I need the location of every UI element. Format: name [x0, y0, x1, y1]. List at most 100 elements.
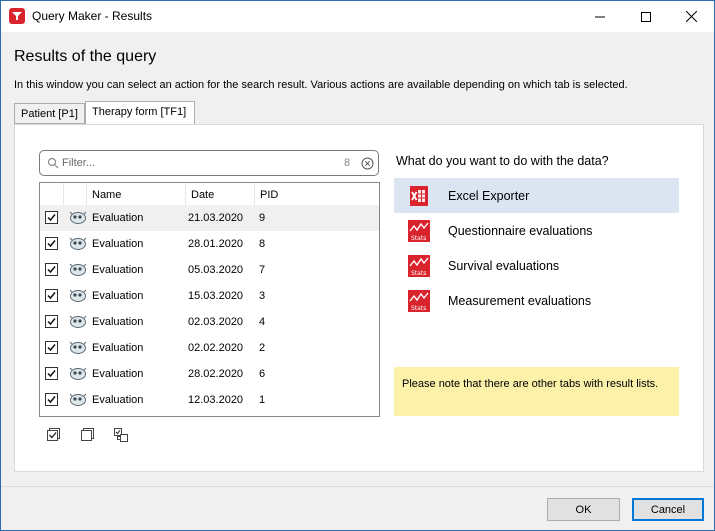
row-checkbox[interactable] [45, 367, 58, 380]
action-label: Survival evaluations [448, 259, 560, 273]
cell-date: 15.03.2020 [188, 290, 244, 302]
cell-name: Evaluation [92, 238, 144, 250]
cell-pid: 4 [259, 316, 266, 328]
action-label: Measurement evaluations [448, 294, 592, 308]
evaluation-icon [69, 367, 87, 380]
checkmark-icon [47, 318, 56, 326]
checkmark-icon [47, 214, 56, 222]
table-row[interactable]: Evaluation 21.03.2020 9 [40, 205, 379, 231]
filter-input[interactable] [62, 155, 322, 171]
row-checkbox[interactable] [45, 237, 58, 250]
table-row[interactable]: Evaluation 02.02.2020 2 [40, 335, 379, 361]
cell-pid: 2 [259, 342, 266, 354]
cell-date: 21.03.2020 [188, 212, 244, 224]
cell-date: 12.03.2020 [188, 394, 244, 406]
results-table: Name Date PID Evaluation 21.03.2020 9 Evalu… [39, 182, 380, 417]
table-row[interactable]: Evaluation 02.03.2020 4 [40, 309, 379, 335]
maximize-button[interactable] [623, 1, 669, 32]
action-measurement-evaluations[interactable]: Stats Measurement evaluations [394, 283, 679, 318]
stats-icon: Stats [408, 290, 430, 312]
cell-pid: 9 [259, 212, 266, 224]
row-checkbox[interactable] [45, 393, 58, 406]
excel-icon [410, 186, 428, 206]
evaluation-icon [69, 263, 87, 276]
action-label: Questionnaire evaluations [448, 224, 593, 238]
filter-box: 8 [39, 150, 379, 176]
checkmark-icon [47, 370, 56, 378]
cancel-button[interactable]: Cancel [632, 498, 704, 521]
checkmark-icon [47, 396, 56, 404]
actions-question: What do you want to do with the data? [396, 154, 609, 168]
tab-label: Therapy form [TF1] [92, 106, 187, 118]
page-title: Results of the query [14, 48, 157, 65]
result-count: 8 [344, 157, 351, 169]
select-all-icon[interactable] [46, 427, 61, 442]
evaluation-icon [69, 237, 87, 250]
table-header: Name Date PID [40, 183, 379, 206]
table-row[interactable]: Evaluation 28.02.2020 6 [40, 361, 379, 387]
cell-date: 28.01.2020 [188, 238, 244, 250]
column-header-pid[interactable]: PID [255, 183, 379, 206]
action-excel-exporter[interactable]: Excel Exporter [394, 178, 679, 213]
maximize-icon [641, 11, 651, 22]
dialog-window: Query Maker - Results Results of the que… [0, 0, 715, 531]
row-checkbox[interactable] [45, 211, 58, 224]
cell-name: Evaluation [92, 316, 144, 328]
cell-date: 28.02.2020 [188, 368, 244, 380]
cell-pid: 7 [259, 264, 266, 276]
table-row[interactable]: Evaluation 12.03.2020 1 [40, 387, 379, 413]
checkmark-icon [47, 292, 56, 300]
svg-text:Stats: Stats [411, 270, 426, 277]
app-logo-icon [9, 8, 25, 24]
clear-filter-icon[interactable] [361, 157, 374, 170]
notice-box: Please note that there are other tabs wi… [394, 367, 679, 416]
table-row[interactable]: Evaluation 15.03.2020 3 [40, 283, 379, 309]
minimize-icon [595, 16, 605, 17]
header-icon-column [64, 183, 87, 206]
cell-name: Evaluation [92, 290, 144, 302]
stats-icon: Stats [408, 255, 430, 277]
evaluation-icon [69, 341, 87, 354]
deselect-all-icon[interactable] [80, 427, 95, 442]
row-checkbox[interactable] [45, 263, 58, 276]
table-row[interactable]: Evaluation 28.01.2020 8 [40, 231, 379, 257]
cell-date: 02.02.2020 [188, 342, 244, 354]
cell-name: Evaluation [92, 368, 144, 380]
action-questionnaire-evaluations[interactable]: Stats Questionnaire evaluations [394, 213, 679, 248]
cell-date: 05.03.2020 [188, 264, 244, 276]
cell-name: Evaluation [92, 342, 144, 354]
invert-selection-icon[interactable] [113, 427, 129, 443]
evaluation-icon [69, 289, 87, 302]
footer-divider [1, 486, 714, 487]
search-icon [47, 157, 59, 169]
row-checkbox[interactable] [45, 341, 58, 354]
row-checkbox[interactable] [45, 289, 58, 302]
minimize-button[interactable] [577, 1, 623, 32]
evaluation-icon [69, 315, 87, 328]
cell-date: 02.03.2020 [188, 316, 244, 328]
ok-button[interactable]: OK [547, 498, 620, 521]
info-text: In this window you can select an action … [14, 79, 628, 91]
cell-name: Evaluation [92, 212, 144, 224]
column-header-name[interactable]: Name [87, 183, 186, 206]
tab-patient[interactable]: Patient [P1] [14, 103, 85, 124]
row-checkbox[interactable] [45, 315, 58, 328]
close-button[interactable] [668, 1, 714, 32]
cell-pid: 1 [259, 394, 266, 406]
action-label: Excel Exporter [448, 189, 530, 203]
table-row[interactable]: Evaluation 05.03.2020 7 [40, 257, 379, 283]
tab-therapy-form[interactable]: Therapy form [TF1] [85, 101, 195, 125]
checkmark-icon [47, 240, 56, 248]
cell-pid: 3 [259, 290, 266, 302]
evaluation-icon [69, 393, 87, 406]
svg-text:Stats: Stats [411, 235, 426, 242]
column-header-date[interactable]: Date [186, 183, 255, 206]
cell-pid: 6 [259, 368, 266, 380]
header-check-column [40, 183, 64, 206]
tab-label: Patient [P1] [21, 108, 78, 120]
close-icon [685, 11, 697, 22]
svg-text:Stats: Stats [411, 305, 426, 312]
checkmark-icon [47, 266, 56, 274]
action-survival-evaluations[interactable]: Stats Survival evaluations [394, 248, 679, 283]
stats-icon: Stats [408, 220, 430, 242]
